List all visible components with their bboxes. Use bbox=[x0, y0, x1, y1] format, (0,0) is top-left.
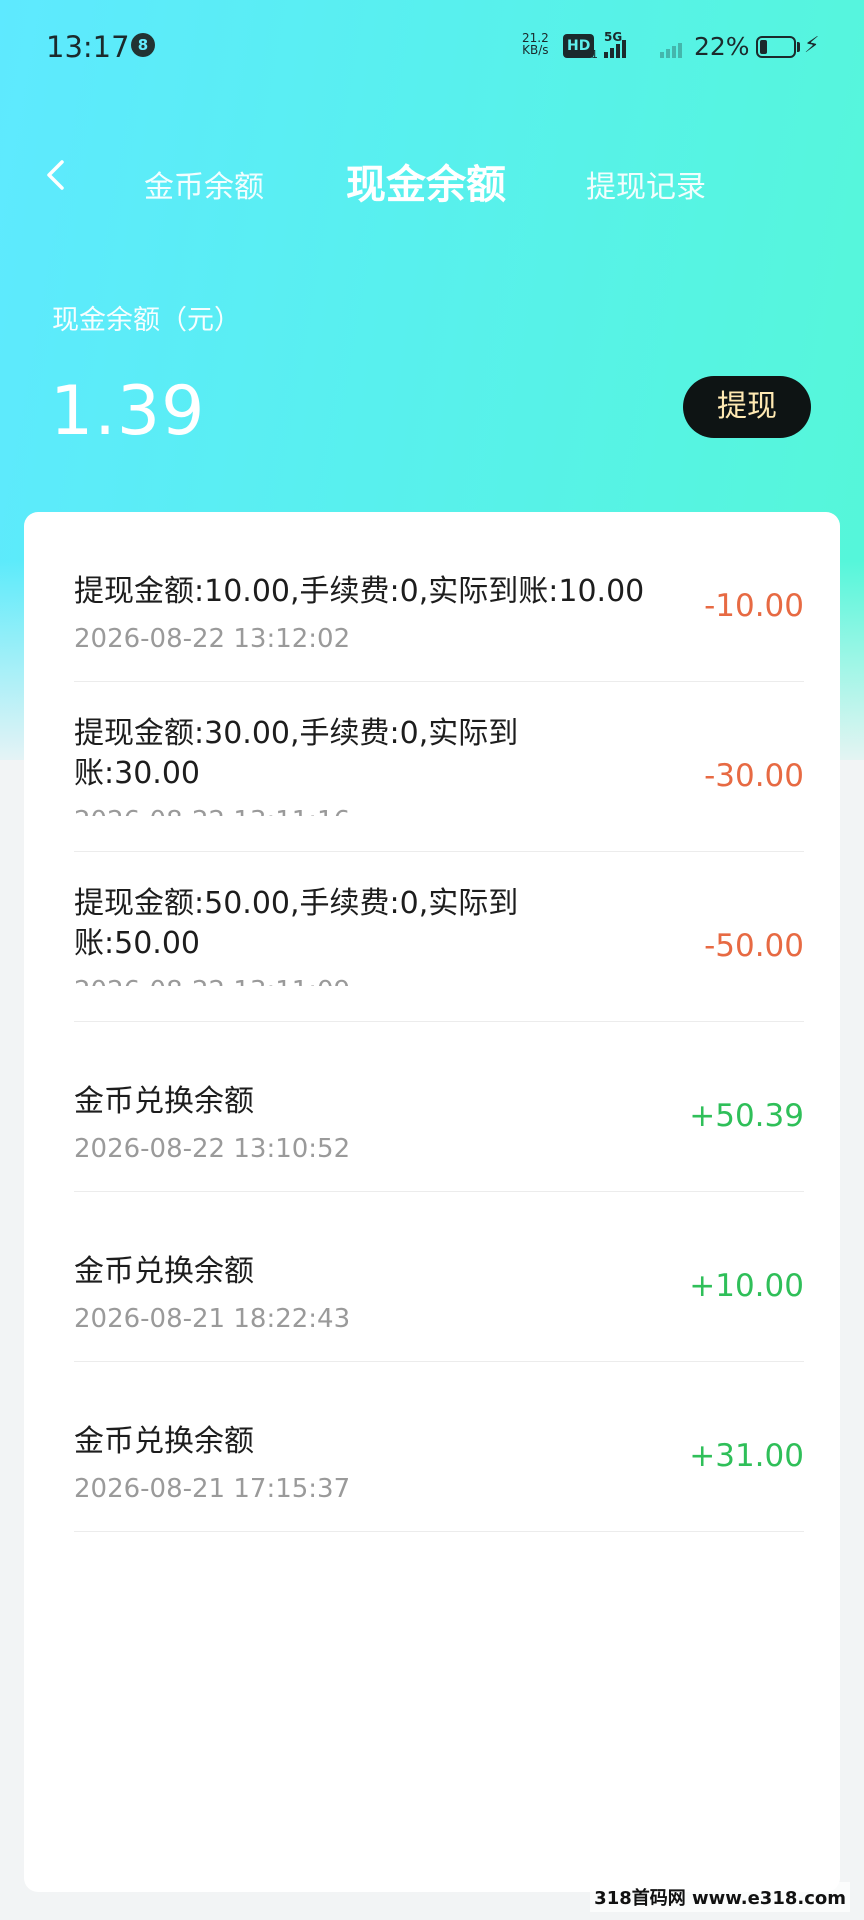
list-item: 提现金额:30.00,手续费:0,实际到账:30.00 2026-08-22 1… bbox=[74, 682, 804, 852]
list-item: 提现金额:10.00,手续费:0,实际到账:10.00 2026-08-22 1… bbox=[74, 512, 804, 682]
list-item: 提现金额:50.00,手续费:0,实际到账:50.00 2026-08-22 1… bbox=[74, 852, 804, 1022]
network-speed: 21.2 KB/s bbox=[522, 32, 549, 56]
cash-balance-label: 现金余额（元） bbox=[52, 305, 241, 336]
record-amount: -50.00 bbox=[704, 928, 804, 964]
hd-sub-label: 1 bbox=[591, 48, 598, 61]
list-item: 金币兑换余额 2026-08-22 13:10:52 +50.39 bbox=[74, 1022, 804, 1192]
record-time: 2026-08-22 13:11:09 bbox=[74, 976, 350, 986]
transaction-list: 提现金额:10.00,手续费:0,实际到账:10.00 2026-08-22 1… bbox=[24, 512, 840, 1892]
record-time: 2026-08-22 13:11:16 bbox=[74, 806, 350, 816]
record-title: 提现金额:50.00,手续费:0,实际到账:50.00 bbox=[74, 886, 519, 961]
record-title: 金币兑换余额 bbox=[74, 1424, 254, 1459]
status-bar: 13:17 8 21.2 KB/s HD 1 5G 22% ⚡ bbox=[0, 0, 864, 92]
tab-withdraw-records[interactable]: 提现记录 bbox=[586, 162, 706, 206]
withdraw-button[interactable]: 提现 bbox=[683, 376, 811, 438]
record-amount: +31.00 bbox=[689, 1438, 804, 1474]
record-title: 金币兑换余额 bbox=[74, 1084, 254, 1119]
record-time: 2026-08-21 18:22:43 bbox=[74, 1304, 351, 1334]
top-navigation: 金币余额 现金余额 提现记录 bbox=[0, 140, 864, 220]
record-time: 2026-08-22 13:10:52 bbox=[74, 1134, 351, 1164]
record-title: 金币兑换余额 bbox=[74, 1254, 254, 1289]
battery-percent: 22% bbox=[694, 32, 750, 61]
battery-cap bbox=[797, 42, 800, 52]
notification-count-badge: 8 bbox=[131, 33, 155, 57]
record-time: 2026-08-22 13:12:02 bbox=[74, 624, 351, 654]
watermark: 318首码网 www.e318.com bbox=[590, 1882, 850, 1912]
charging-icon: ⚡ bbox=[804, 33, 820, 58]
list-item: 金币兑换余额 2026-08-21 17:15:37 +31.00 bbox=[74, 1362, 804, 1532]
record-amount: -10.00 bbox=[704, 588, 804, 624]
record-title: 提现金额:30.00,手续费:0,实际到账:30.00 bbox=[74, 716, 519, 791]
record-amount: -30.00 bbox=[704, 758, 804, 794]
chevron-left-icon bbox=[47, 160, 64, 190]
list-item: 金币兑换余额 2026-08-21 18:22:43 +10.00 bbox=[74, 1192, 804, 1362]
signal-strength-icon bbox=[604, 34, 626, 58]
tab-coin-balance[interactable]: 金币余额 bbox=[144, 162, 264, 206]
record-title: 提现金额:10.00,手续费:0,实际到账:10.00 bbox=[74, 574, 645, 609]
status-time: 13:17 bbox=[46, 30, 130, 64]
record-amount: +50.39 bbox=[689, 1098, 804, 1134]
network-speed-unit: KB/s bbox=[522, 43, 549, 57]
cash-balance-value: 1.39 bbox=[50, 372, 206, 451]
hd-icon: HD bbox=[563, 34, 595, 58]
tab-cash-balance[interactable]: 现金余额 bbox=[346, 152, 506, 210]
battery-icon bbox=[756, 36, 796, 58]
record-time: 2026-08-21 17:15:37 bbox=[74, 1474, 351, 1504]
battery-fill bbox=[760, 40, 768, 54]
back-button[interactable] bbox=[40, 158, 74, 192]
record-amount: +10.00 bbox=[689, 1268, 804, 1304]
signal-secondary-icon bbox=[660, 34, 682, 58]
